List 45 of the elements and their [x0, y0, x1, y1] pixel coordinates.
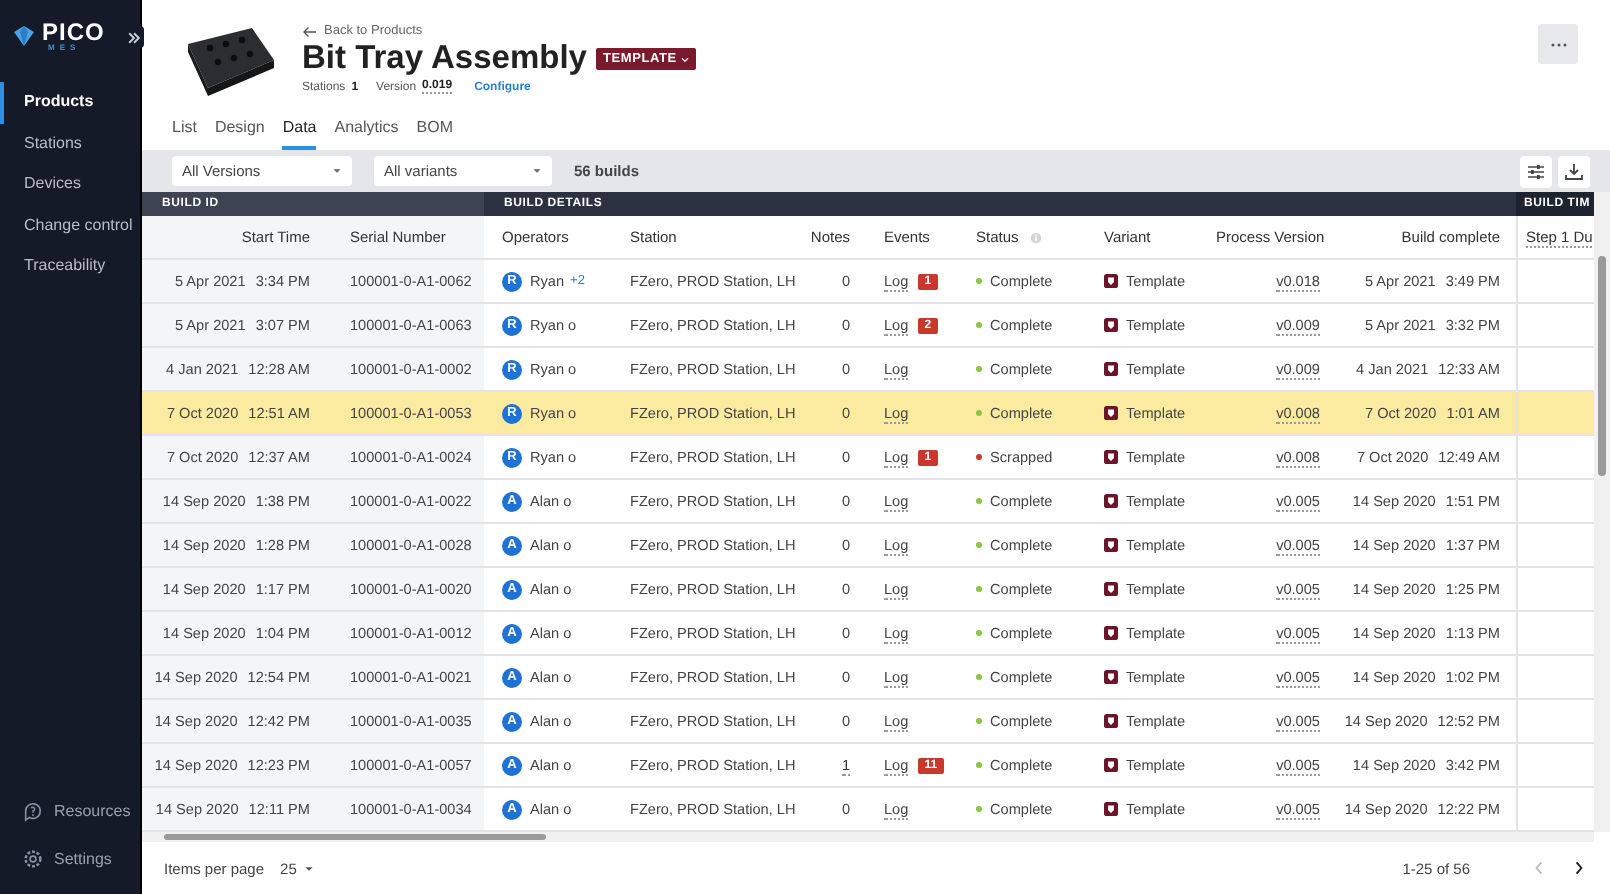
nav-item[interactable]: Change control: [0, 205, 140, 246]
variant-icon: [1104, 714, 1118, 728]
more-icon: [1549, 41, 1567, 47]
help-icon: [22, 799, 44, 821]
chevron-right-icon: [1573, 860, 1583, 876]
caret-icon: [680, 55, 691, 63]
variant-icon: [1104, 406, 1118, 420]
variant-icon: [1104, 274, 1118, 288]
variant-icon: [1104, 538, 1118, 552]
back-arrow-icon: [302, 25, 318, 37]
nav-item[interactable]: Devices: [0, 164, 140, 205]
variant-icon: [1104, 758, 1118, 772]
tab[interactable]: List: [172, 112, 197, 150]
variant-icon: [1104, 670, 1118, 684]
settings-icon: [22, 847, 44, 869]
chevrons-icon: [126, 29, 142, 45]
sliders-icon: [1526, 161, 1546, 181]
variant-icon: [1104, 318, 1118, 332]
chevron-left-icon: [1533, 860, 1543, 876]
logo-name: PICO: [42, 20, 105, 44]
variant-icon: [1104, 802, 1118, 816]
caret-icon: [532, 168, 542, 174]
nav-item[interactable]: Resources: [54, 801, 131, 819]
caret-icon: [304, 865, 315, 871]
nav-item[interactable]: Traceability: [0, 246, 140, 287]
columns-button[interactable]: [1520, 155, 1552, 187]
vertical-scrollbar[interactable]: [1594, 192, 1610, 832]
horizontal-scrollbar[interactable]: [142, 832, 1594, 842]
download-icon: [1564, 161, 1584, 181]
tab[interactable]: Analytics: [334, 112, 399, 150]
variant-icon: [1104, 626, 1118, 640]
nav-item[interactable]: Settings: [54, 849, 112, 867]
nav-item[interactable]: Stations: [0, 123, 140, 164]
tab[interactable]: Design: [214, 112, 265, 150]
info-icon: [1030, 231, 1043, 243]
logo-icon: [12, 24, 36, 48]
variant-icon: [1104, 450, 1118, 464]
download-button[interactable]: [1558, 155, 1590, 187]
variant-icon: [1104, 494, 1118, 508]
tab[interactable]: BOM: [416, 112, 454, 150]
variant-icon: [1104, 582, 1118, 596]
product-title: Bit Tray Assembly: [302, 40, 587, 78]
variant-icon: [1104, 362, 1118, 376]
nav-item[interactable]: Products: [0, 82, 140, 123]
caret-icon: [332, 168, 342, 174]
